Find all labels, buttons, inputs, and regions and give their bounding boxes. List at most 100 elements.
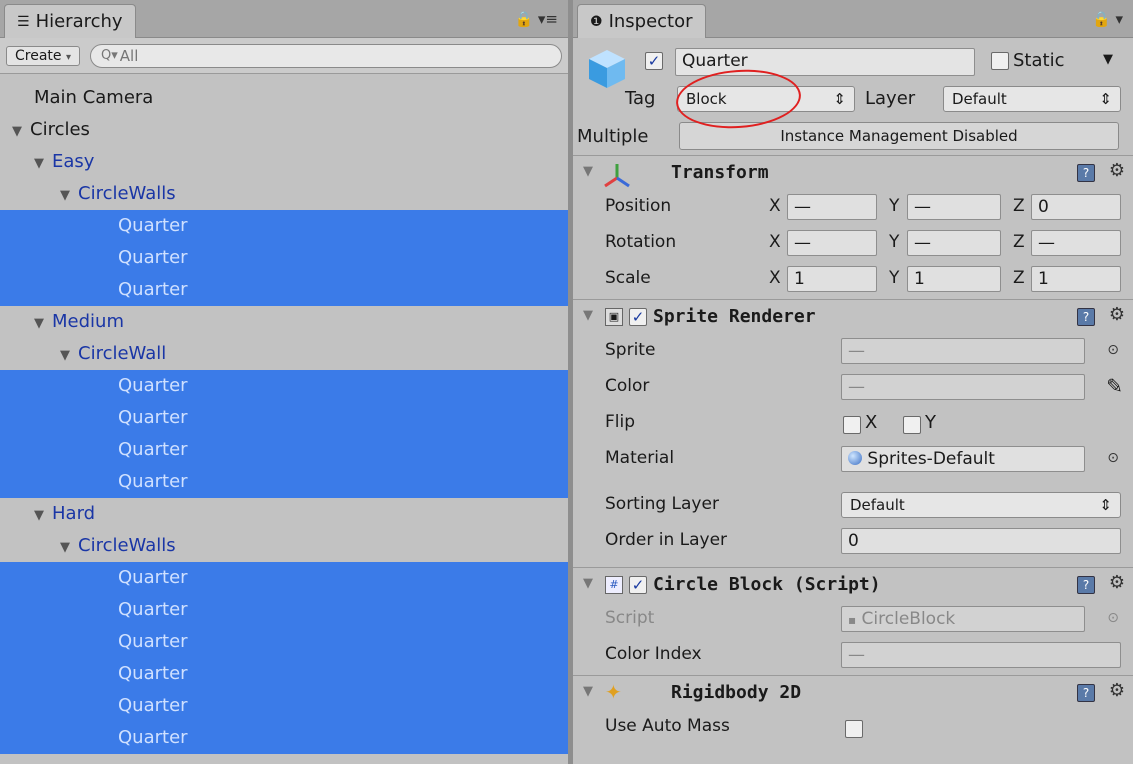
active-checkbox[interactable]: ✓: [645, 52, 663, 70]
static-dropdown-icon[interactable]: ▼: [1103, 52, 1113, 67]
sprite-renderer-component: ▼ ▣ ✓ Sprite Renderer ? ⚙ Sprite — ⊙ Col…: [573, 300, 1133, 568]
hierarchy-item[interactable]: Quarter: [0, 274, 568, 306]
tab-inspector[interactable]: ❶ Inspector: [577, 4, 706, 38]
fold-arrow-icon[interactable]: ▼: [583, 308, 593, 323]
lock-icon[interactable]: 🔒 ▾: [1092, 10, 1123, 28]
sorting-layer-label: Sorting Layer: [605, 494, 719, 514]
hierarchy-item[interactable]: Quarter: [0, 658, 568, 690]
expand-arrow-icon[interactable]: ▼: [60, 180, 78, 212]
color-field[interactable]: —: [841, 374, 1085, 400]
hierarchy-panel: ☰ Hierarchy 🔒 ▾≡ Create ▾ Q▾ All Main Ca…: [0, 0, 568, 764]
expand-arrow-icon[interactable]: ▼: [60, 340, 78, 372]
expand-arrow-icon[interactable]: ▼: [34, 308, 52, 340]
scale-x-field[interactable]: 1: [787, 266, 877, 292]
hierarchy-item-label: Quarter: [118, 599, 188, 620]
expand-arrow-icon[interactable]: ▼: [60, 532, 78, 564]
hierarchy-item[interactable]: Quarter: [0, 626, 568, 658]
gear-icon[interactable]: ⚙: [1109, 160, 1125, 181]
expand-arrow-icon[interactable]: ▼: [12, 116, 30, 148]
y-label: Y: [889, 232, 900, 252]
help-icon[interactable]: ?: [1077, 308, 1095, 326]
hierarchy-item[interactable]: Quarter: [0, 690, 568, 722]
scale-z-field[interactable]: 1: [1031, 266, 1121, 292]
rotation-y-field[interactable]: —: [907, 230, 1001, 256]
gear-icon[interactable]: ⚙: [1109, 572, 1125, 593]
hierarchy-item[interactable]: Main Camera: [0, 82, 568, 114]
fold-arrow-icon[interactable]: ▼: [583, 576, 593, 591]
lock-menu-icon[interactable]: 🔒 ▾≡: [514, 10, 558, 28]
sprite-renderer-enabled-checkbox[interactable]: ✓: [629, 308, 647, 326]
flip-y-checkbox[interactable]: [903, 416, 921, 434]
updown-icon: ⇕: [1099, 496, 1112, 514]
hierarchy-item[interactable]: Quarter: [0, 562, 568, 594]
y-label: Y: [889, 196, 900, 216]
color-index-field[interactable]: —: [841, 642, 1121, 668]
material-value: Sprites-Default: [867, 449, 995, 469]
hierarchy-item[interactable]: Quarter: [0, 466, 568, 498]
flip-x-checkbox[interactable]: [843, 416, 861, 434]
hierarchy-item[interactable]: Quarter: [0, 722, 568, 754]
hierarchy-item[interactable]: Quarter: [0, 402, 568, 434]
hierarchy-item-label: CircleWall: [78, 343, 167, 364]
hierarchy-tabbar: ☰ Hierarchy 🔒 ▾≡: [0, 0, 568, 38]
object-picker-icon[interactable]: ⊙: [1107, 342, 1119, 358]
position-z-field[interactable]: 0: [1031, 194, 1121, 220]
sprite-renderer-header[interactable]: ▼ ▣ ✓ Sprite Renderer ? ⚙: [573, 300, 1133, 336]
scale-row: Scale X 1 Y 1 Z 1: [573, 264, 1133, 300]
sorting-layer-dropdown[interactable]: Default ⇕: [841, 492, 1121, 518]
hierarchy-item[interactable]: ▼ CircleWall: [0, 338, 568, 370]
help-icon[interactable]: ?: [1077, 576, 1095, 594]
chevron-down-icon: ▾: [65, 51, 72, 63]
rotation-z-field[interactable]: —: [1031, 230, 1121, 256]
fold-arrow-icon[interactable]: ▼: [583, 684, 593, 699]
hierarchy-item-label: Quarter: [118, 471, 188, 492]
tag-label: Tag: [625, 88, 656, 109]
hierarchy-item[interactable]: ▼ CircleWalls: [0, 530, 568, 562]
order-in-layer-field[interactable]: 0: [841, 528, 1121, 554]
order-in-layer-label: Order in Layer: [605, 530, 728, 550]
create-button[interactable]: Create ▾: [6, 45, 81, 66]
rigidbody2d-header[interactable]: ▼ ✦ Rigidbody 2D ? ⚙: [573, 676, 1133, 712]
transform-header[interactable]: ▼ Transform ? ⚙: [573, 156, 1133, 192]
gear-icon[interactable]: ⚙: [1109, 680, 1125, 701]
hierarchy-item-label: Quarter: [118, 247, 188, 268]
transform-component: ▼ Transform ? ⚙ Position X — Y — Z 0 Rot…: [573, 156, 1133, 300]
rotation-x-field[interactable]: —: [787, 230, 877, 256]
flip-label: Flip: [605, 412, 636, 432]
material-field[interactable]: Sprites-Default: [841, 446, 1085, 472]
search-input[interactable]: Q▾ All: [90, 43, 562, 68]
hierarchy-item-label: CircleWalls: [78, 535, 176, 556]
help-icon[interactable]: ?: [1077, 164, 1095, 182]
position-x-field[interactable]: —: [787, 194, 877, 220]
position-y-field[interactable]: —: [907, 194, 1001, 220]
layer-dropdown[interactable]: Default ⇕: [943, 86, 1121, 112]
hierarchy-item[interactable]: Quarter: [0, 594, 568, 626]
rotation-x-value: —: [794, 233, 811, 253]
static-checkbox[interactable]: [991, 52, 1009, 70]
expand-arrow-icon[interactable]: ▼: [34, 500, 52, 532]
use-auto-mass-checkbox[interactable]: [845, 720, 863, 738]
eyedropper-icon[interactable]: ✎: [1106, 374, 1123, 398]
expand-arrow-icon[interactable]: ▼: [34, 148, 52, 180]
hierarchy-item[interactable]: Quarter: [0, 210, 568, 242]
fold-arrow-icon[interactable]: ▼: [583, 164, 593, 179]
material-sphere-icon: [848, 451, 862, 465]
hierarchy-item[interactable]: ▼ Hard: [0, 498, 568, 530]
hierarchy-item[interactable]: ▼ CircleWalls: [0, 178, 568, 210]
sorting-layer-row: Sorting Layer Default ⇕: [573, 490, 1133, 526]
hierarchy-item[interactable]: ▼ Circles: [0, 114, 568, 146]
object-picker-icon[interactable]: ⊙: [1107, 450, 1119, 466]
hierarchy-item[interactable]: Quarter: [0, 434, 568, 466]
hierarchy-item[interactable]: Quarter: [0, 242, 568, 274]
help-icon[interactable]: ?: [1077, 684, 1095, 702]
z-label: Z: [1013, 196, 1025, 216]
circle-block-header[interactable]: ▼ # ✓ Circle Block (Script) ? ⚙: [573, 568, 1133, 604]
hierarchy-item[interactable]: ▼ Medium: [0, 306, 568, 338]
sprite-field[interactable]: —: [841, 338, 1085, 364]
scale-y-field[interactable]: 1: [907, 266, 1001, 292]
hierarchy-item[interactable]: Quarter: [0, 370, 568, 402]
hierarchy-item[interactable]: ▼ Easy: [0, 146, 568, 178]
circle-block-enabled-checkbox[interactable]: ✓: [629, 576, 647, 594]
gear-icon[interactable]: ⚙: [1109, 304, 1125, 325]
tab-hierarchy[interactable]: ☰ Hierarchy: [4, 4, 136, 38]
